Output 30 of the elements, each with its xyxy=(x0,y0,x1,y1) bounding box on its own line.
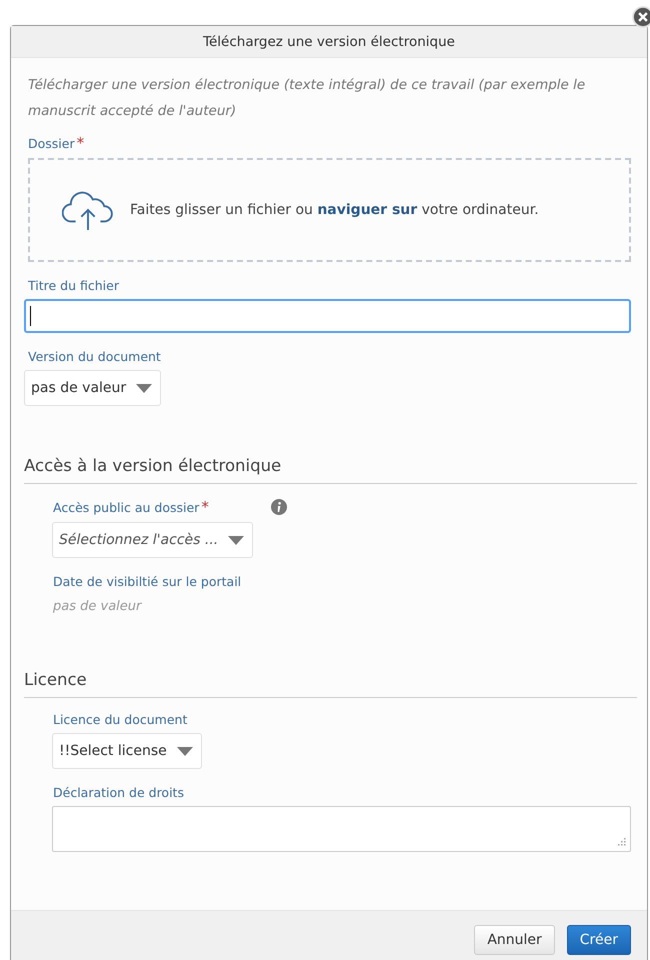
dropdown[interactable]: !!Select license xyxy=(52,733,202,769)
dropdown[interactable]: Sélectionnez l'accès ... xyxy=(52,522,254,558)
field-label: Licence du document xyxy=(53,712,188,727)
required-mark: * xyxy=(201,498,209,516)
field-label: Version du document xyxy=(28,349,161,364)
field-label: Date de visibiltié sur le portail xyxy=(53,574,242,589)
field-label: Titre du fichier xyxy=(28,278,119,293)
caret-icon xyxy=(228,536,244,544)
cloud-upload-icon xyxy=(62,189,114,231)
caret-icon xyxy=(136,384,152,392)
field-label: Accès public au dossier xyxy=(53,500,200,514)
dropdown[interactable]: pas de valeur xyxy=(24,370,162,406)
field-label: Dossier xyxy=(28,136,75,150)
dialog-title: Téléchargez une version électronique xyxy=(203,34,455,50)
field-label: Déclaration de droits xyxy=(53,785,184,800)
required-mark: * xyxy=(76,134,84,152)
section-heading: Accès à la version électronique xyxy=(24,456,637,484)
create-button[interactable]: Créer xyxy=(566,925,631,955)
info-icon[interactable] xyxy=(270,499,287,515)
resize-grip-icon xyxy=(618,838,626,846)
cancel-button[interactable]: Annuler xyxy=(474,925,555,955)
section-heading: Licence xyxy=(24,670,637,698)
field-value: pas de valeur xyxy=(53,599,143,614)
caret-icon xyxy=(176,746,193,756)
intro-text: Télécharger une version électronique (texte intégral) de ce travail (par exemple le manuscrit accepté de l'auteur) xyxy=(28,76,586,121)
file-drop-zone[interactable]: Faites glisser un fichier ou naviguer sur votre ordinateur. xyxy=(28,158,631,262)
close-icon[interactable] xyxy=(632,6,650,28)
browse-link[interactable]: naviguer sur xyxy=(317,202,418,218)
drop-instructions: Faites glisser un fichier ou naviguer sur votre ordinateur. xyxy=(130,202,539,218)
file-title-field[interactable] xyxy=(24,299,631,333)
